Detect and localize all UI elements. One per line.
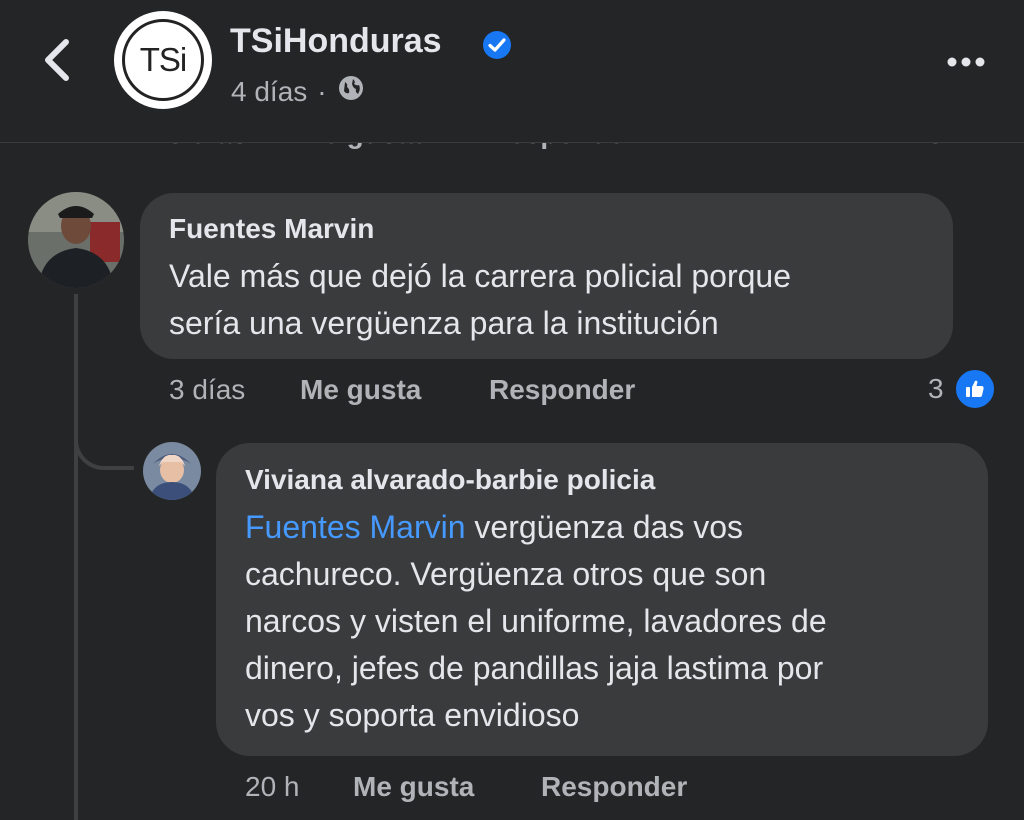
avatar[interactable]: [28, 192, 124, 288]
reaction-count: 3: [928, 373, 944, 404]
back-arrow-icon[interactable]: [36, 34, 80, 86]
reply-line: vos y soporta envidioso: [245, 697, 580, 733]
comment-line: sería una vergüenza para la institución: [169, 305, 719, 341]
mention-link[interactable]: Fuentes Marvin: [245, 509, 466, 545]
post-time: 4 días: [231, 75, 308, 107]
reply-button[interactable]: Responder: [489, 374, 635, 406]
globe-icon: [337, 74, 365, 109]
reply-author[interactable]: Viviana alvarado-barbie policia: [245, 464, 655, 496]
thumbs-up-icon: [953, 368, 996, 410]
comment-text: Vale más que dejó la carrera policial po…: [169, 253, 791, 347]
reply-line-text: vergüenza das vos: [465, 509, 744, 545]
meta-separator: ·: [317, 75, 327, 107]
page-name[interactable]: TSiHonduras: [230, 22, 442, 61]
reply-text: Fuentes Marvin vergüenza das vos cachure…: [245, 504, 827, 739]
verified-badge-icon: [482, 30, 512, 60]
more-options-icon[interactable]: [946, 54, 986, 67]
reply-time[interactable]: 20 h: [245, 771, 300, 803]
comment-time[interactable]: 3 días: [169, 374, 245, 406]
thread-connector: [74, 420, 134, 470]
reply-line: dinero, jefes de pandillas jaja lastima …: [245, 650, 824, 686]
thread-line: [74, 294, 78, 820]
reply-line: cachureco. Vergüenza otros que son: [245, 556, 767, 592]
comment-line: Vale más que dejó la carrera policial po…: [169, 258, 791, 294]
logo-ring: TSi: [122, 19, 204, 101]
like-button[interactable]: Me gusta: [300, 374, 421, 406]
post-meta: 4 días ·: [231, 74, 365, 109]
avatar[interactable]: [143, 442, 201, 500]
page-avatar[interactable]: TSi: [114, 11, 212, 109]
reply-line: narcos y visten el uniforme, lavadores d…: [245, 603, 827, 639]
reply-button[interactable]: Responder: [541, 771, 687, 803]
post-header: TSi TSiHonduras 4 días ·: [0, 0, 1024, 143]
like-button[interactable]: Me gusta: [353, 771, 474, 803]
reaction-summary[interactable]: 3: [928, 368, 996, 410]
comment-author[interactable]: Fuentes Marvin: [169, 213, 374, 245]
reply-line: Fuentes Marvin vergüenza das vos: [245, 504, 827, 551]
logo-text: TSi: [139, 41, 187, 78]
